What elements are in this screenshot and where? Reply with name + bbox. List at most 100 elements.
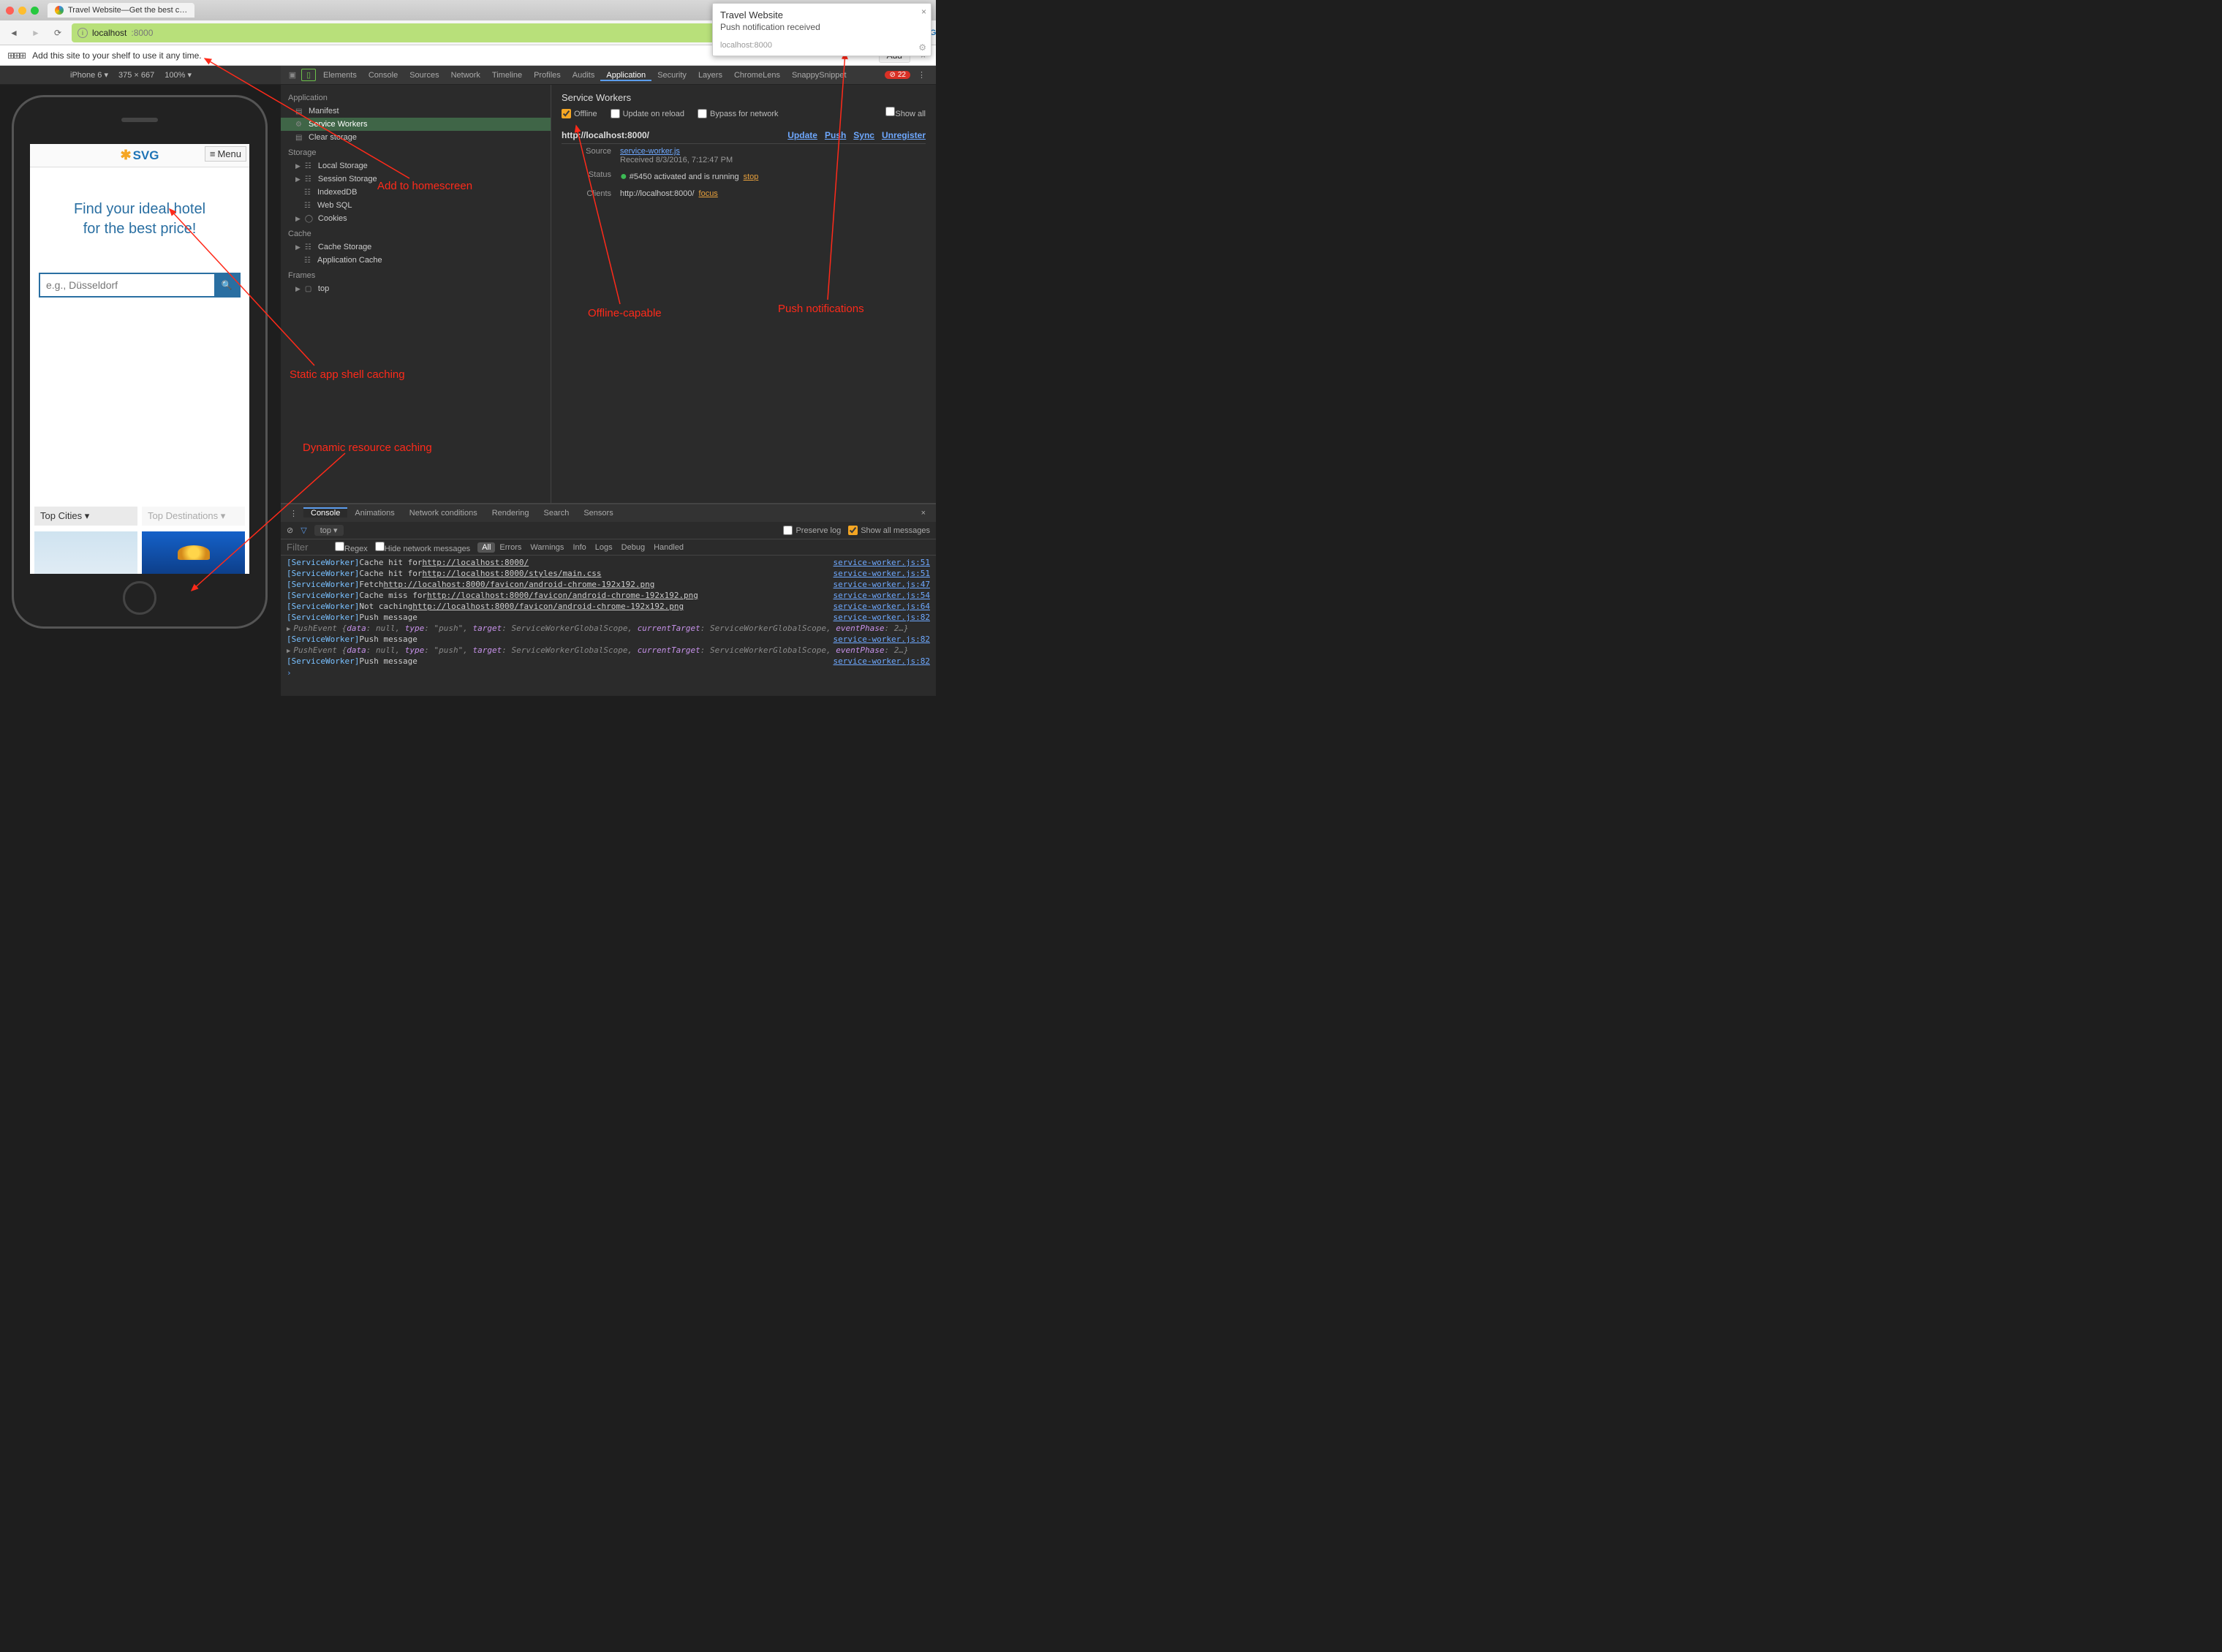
- panel-title: Service Workers: [562, 92, 926, 103]
- sw-unregister-link[interactable]: Unregister: [882, 130, 926, 140]
- source-link[interactable]: service-worker.js:54: [826, 591, 930, 600]
- sidebar-item[interactable]: ☷Application Cache: [281, 254, 551, 267]
- devtools-tab[interactable]: Console: [363, 71, 404, 80]
- log-level[interactable]: Debug: [617, 542, 649, 553]
- console-output: [ServiceWorker] Cache hit for http://loc…: [281, 556, 936, 696]
- devtools-tab[interactable]: Audits: [567, 71, 601, 80]
- forward-button[interactable]: ►: [28, 25, 44, 41]
- sidebar-item[interactable]: ☷IndexedDB: [281, 186, 551, 199]
- close-icon[interactable]: ×: [915, 509, 931, 518]
- devtools-tab[interactable]: Network: [445, 71, 486, 80]
- context-select[interactable]: top ▾: [314, 525, 344, 536]
- clear-console-icon[interactable]: ⊘: [287, 526, 293, 535]
- offline-checkbox[interactable]: Offline: [562, 109, 597, 118]
- devtools-tab[interactable]: Sources: [404, 71, 445, 80]
- sw-focus-link[interactable]: focus: [699, 189, 718, 198]
- show-all-checkbox[interactable]: Show all messages: [848, 526, 930, 535]
- close-icon[interactable]: ×: [921, 7, 926, 17]
- sidebar-item-manifest[interactable]: ▤Manifest: [281, 105, 551, 118]
- drawer-tab[interactable]: Search: [536, 509, 576, 518]
- city-thumb[interactable]: [34, 531, 137, 574]
- log-level[interactable]: Warnings: [526, 542, 568, 553]
- top-cities-dropdown[interactable]: Top Cities ▾: [34, 507, 137, 526]
- source-link[interactable]: service-worker.js:82: [826, 634, 930, 644]
- sidebar-item[interactable]: ▶▢top: [281, 282, 551, 295]
- regex-checkbox[interactable]: Regex: [335, 542, 368, 553]
- url-host: localhost: [92, 28, 126, 38]
- notification-title: Travel Website: [720, 10, 923, 20]
- sw-update-link[interactable]: Update: [787, 130, 817, 140]
- sidebar-item[interactable]: ▶☷Local Storage: [281, 159, 551, 173]
- devtools-tab[interactable]: Layers: [692, 71, 728, 80]
- source-link[interactable]: service-worker.js:64: [826, 602, 930, 611]
- sw-push-link[interactable]: Push: [825, 130, 846, 140]
- devtools-tab[interactable]: Timeline: [486, 71, 528, 80]
- hide-network-checkbox[interactable]: Hide network messages: [375, 542, 470, 553]
- drawer-tab[interactable]: Console: [303, 507, 347, 518]
- top-destinations-dropdown[interactable]: Top Destinations ▾: [142, 507, 245, 526]
- devtools-tab[interactable]: Security: [651, 71, 692, 80]
- error-badge[interactable]: ⊘ 22: [885, 71, 910, 79]
- showall-checkbox[interactable]: Show all: [885, 107, 926, 118]
- kebab-icon[interactable]: ⋮: [912, 70, 931, 80]
- console-line: [ServiceWorker] Cache miss for http://lo…: [281, 590, 936, 601]
- sidebar-item[interactable]: ▶☷Session Storage: [281, 173, 551, 186]
- city-thumb[interactable]: [142, 531, 245, 574]
- sidebar-item[interactable]: ☷Web SQL: [281, 199, 551, 212]
- bypass-checkbox[interactable]: Bypass for network: [698, 109, 779, 118]
- sw-stop-link[interactable]: stop: [744, 173, 759, 181]
- devtools-tab[interactable]: SnappySnippet: [786, 71, 853, 80]
- sw-sync-link[interactable]: Sync: [853, 130, 874, 140]
- inspect-icon[interactable]: ▣: [285, 70, 300, 80]
- device-mode-icon[interactable]: ▯: [301, 69, 316, 81]
- notification-origin: localhost:8000: [720, 41, 923, 50]
- console-line: [ServiceWorker] Push messageservice-work…: [281, 612, 936, 623]
- app-logo: ✱SVG: [121, 148, 159, 163]
- info-icon[interactable]: i: [78, 28, 88, 38]
- devtools-tab[interactable]: ChromeLens: [728, 71, 786, 80]
- source-link[interactable]: service-worker.js:51: [826, 558, 930, 567]
- update-checkbox[interactable]: Update on reload: [611, 109, 684, 118]
- gear-icon[interactable]: ⚙: [918, 42, 926, 53]
- log-level[interactable]: Logs: [591, 542, 617, 553]
- sidebar-item-service-workers[interactable]: ⚙Service Workers: [281, 118, 551, 131]
- browser-tab[interactable]: Travel Website—Get the best c…: [48, 3, 194, 18]
- search-input[interactable]: [40, 274, 214, 296]
- log-level[interactable]: Handled: [649, 542, 688, 553]
- log-level[interactable]: Errors: [495, 542, 526, 553]
- filter-icon[interactable]: ▽: [301, 526, 306, 535]
- filter-input[interactable]: [287, 542, 328, 553]
- source-link[interactable]: service-worker.js:82: [826, 656, 930, 666]
- log-level[interactable]: Info: [568, 542, 590, 553]
- console-drawer: ⋮ ConsoleAnimationsNetwork conditionsRen…: [281, 503, 936, 696]
- sw-origin: http://localhost:8000/: [562, 130, 649, 140]
- hamburger-icon: ≡: [210, 148, 216, 159]
- devtools-tab[interactable]: Elements: [317, 71, 363, 80]
- push-notification[interactable]: × Travel Website Push notification recei…: [712, 3, 931, 56]
- drawer-tab[interactable]: Rendering: [485, 509, 537, 518]
- sidebar-item[interactable]: ▶☷Cache Storage: [281, 240, 551, 254]
- reload-button[interactable]: ⟳: [50, 25, 66, 41]
- preserve-log-checkbox[interactable]: Preserve log: [783, 526, 841, 535]
- devtools-tab[interactable]: Application: [600, 71, 651, 81]
- sidebar-item-clear-storage[interactable]: ▤Clear storage: [281, 131, 551, 144]
- menu-button[interactable]: ≡Menu: [205, 146, 246, 162]
- kebab-icon[interactable]: ⋮: [285, 509, 302, 518]
- search-box: 🔍: [39, 273, 241, 298]
- devtools-tab[interactable]: Profiles: [528, 71, 567, 80]
- back-button[interactable]: ◄: [6, 25, 22, 41]
- source-link[interactable]: service-worker.js:47: [826, 580, 930, 589]
- drawer-tab[interactable]: Network conditions: [402, 509, 485, 518]
- sw-source-link[interactable]: service-worker.js: [620, 147, 680, 156]
- log-level[interactable]: All: [477, 542, 495, 553]
- search-button[interactable]: 🔍: [214, 274, 239, 296]
- tab-title: Travel Website—Get the best c…: [68, 6, 187, 15]
- drawer-tab[interactable]: Sensors: [576, 509, 620, 518]
- zoom-select[interactable]: 100% ▾: [165, 70, 192, 80]
- drawer-tab[interactable]: Animations: [347, 509, 401, 518]
- sidebar-item[interactable]: ▶◯Cookies: [281, 212, 551, 225]
- source-link[interactable]: service-worker.js:82: [826, 613, 930, 622]
- apps-icon[interactable]: ⊞⊞⊞: [7, 50, 25, 61]
- source-link[interactable]: service-worker.js:51: [826, 569, 930, 578]
- device-select[interactable]: iPhone 6 ▾: [70, 70, 108, 80]
